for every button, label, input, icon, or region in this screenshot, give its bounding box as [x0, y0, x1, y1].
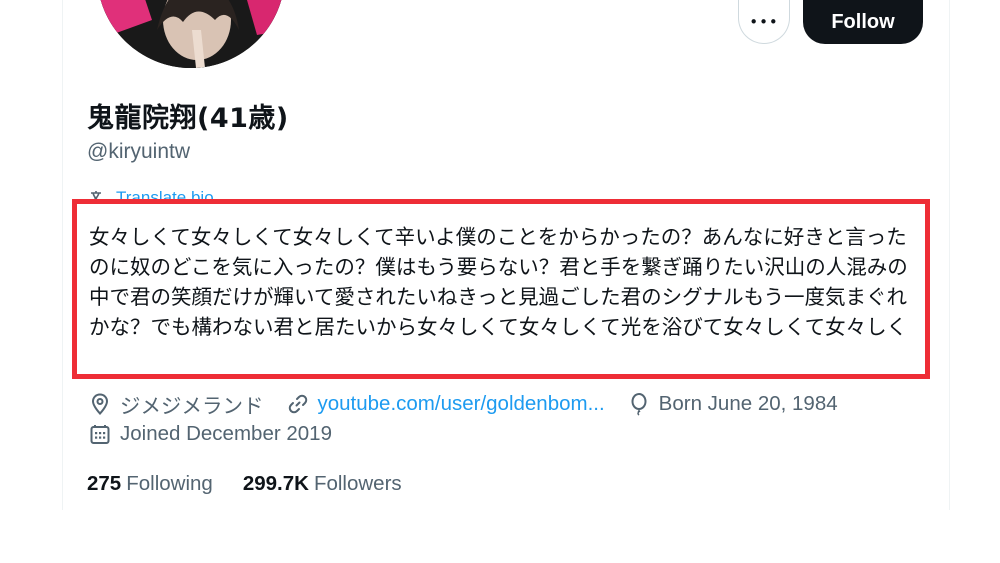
- joined-row: Joined December 2019: [88, 422, 332, 446]
- calendar-icon: [90, 425, 110, 444]
- profile-meta-row: ジメジメランド youtube.com/user/goldenbom... Bo…: [88, 389, 838, 419]
- bio-text: 女々しくて女々しくて女々しくて辛いよ僕のことをからかったの？あんなに好きと言った…: [89, 225, 908, 339]
- username-handle: @kiryuintw: [87, 140, 191, 163]
- followers-link[interactable]: 299.7K Followers: [243, 472, 402, 496]
- location-text: ジメジメランド: [120, 395, 264, 418]
- birthday-text: Born June 20, 1984: [658, 392, 838, 415]
- joined-item: Joined December 2019: [88, 422, 332, 446]
- more-icon: •••: [749, 12, 779, 31]
- bio-highlight-box: 女々しくて女々しくて女々しくて辛いよ僕のことをからかったの？あんなに好きと言った…: [72, 199, 930, 379]
- link-icon: [288, 394, 307, 414]
- follow-button[interactable]: Follow: [803, 0, 923, 44]
- website-link[interactable]: youtube.com/user/goldenbom...: [318, 392, 605, 416]
- display-name: 鬼龍院翔(41歳): [87, 103, 289, 134]
- location-item: ジメジメランド: [88, 389, 264, 419]
- following-link[interactable]: 275 Following: [87, 472, 213, 496]
- following-count: 275: [87, 472, 122, 495]
- website-item[interactable]: youtube.com/user/goldenbom...: [286, 392, 605, 416]
- balloon-icon: [631, 393, 647, 416]
- followers-count: 299.7K: [242, 472, 309, 495]
- joined-text: Joined December 2019: [120, 422, 332, 445]
- location-icon: [91, 393, 109, 415]
- following-label: Following: [126, 472, 213, 495]
- follow-stats: 275 Following 299.7K Followers: [87, 472, 402, 496]
- followers-label: Followers: [313, 472, 402, 495]
- birthday-item: Born June 20, 1984: [627, 392, 838, 416]
